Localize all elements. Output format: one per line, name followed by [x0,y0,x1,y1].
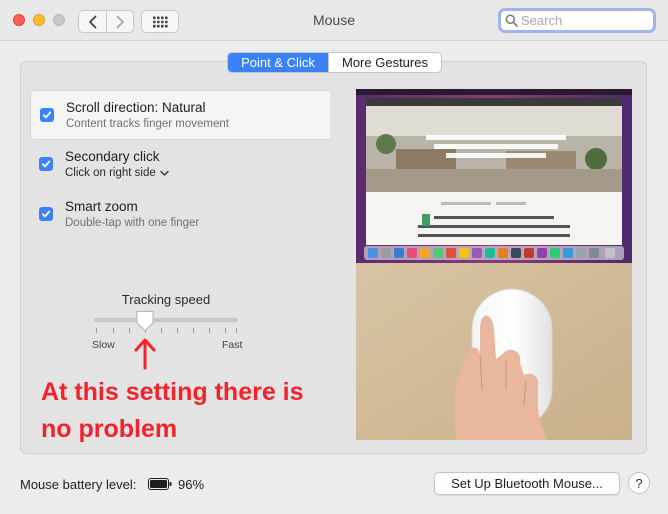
option-scroll-direction[interactable]: Scroll direction: Natural Content tracks… [30,90,330,140]
slider-tick [209,328,210,333]
slider-tick [113,328,114,333]
tab-control: Point & Click More Gestures [227,52,442,73]
checkmark-icon [42,111,52,119]
slider-tick [96,328,97,333]
search-icon [505,14,518,27]
secondary-click-title: Secondary click [65,149,160,164]
smart-zoom-checkbox[interactable] [39,207,53,221]
slider-tick [161,328,162,333]
slider-knob[interactable] [135,310,155,332]
secondary-click-popup[interactable]: Click on right side [65,167,169,179]
setup-bluetooth-mouse-button[interactable]: Set Up Bluetooth Mouse... [434,472,620,495]
battery-level-label: Mouse battery level: [20,477,137,492]
slider-tick [225,328,226,333]
smart-zoom-subtitle: Double-tap with one finger [65,217,200,229]
secondary-click-subtitle: Click on right side [65,167,156,179]
scroll-direction-title: Scroll direction: Natural [66,100,206,115]
secondary-click-checkbox[interactable] [39,157,53,171]
slider-tick [177,328,178,333]
search-field[interactable] [498,8,656,33]
annotation-line-2: no problem [41,415,178,443]
scroll-direction-subtitle: Content tracks finger movement [66,118,229,130]
checkmark-icon [41,160,51,168]
slider-tick [236,328,237,333]
help-button[interactable]: ? [628,472,650,494]
slider-tick [129,328,130,333]
option-secondary-click[interactable]: Secondary click Click on right side [30,140,330,190]
preview-illustration [356,89,632,440]
annotation-text: At this setting there is no problem [41,374,346,448]
battery-icon [148,478,172,490]
search-input[interactable] [518,13,638,28]
slider-tick [193,328,194,333]
smart-zoom-title: Smart zoom [65,199,138,214]
battery-percent: 96% [178,477,205,492]
gesture-preview [356,89,632,440]
tab-point-and-click[interactable]: Point & Click [228,53,328,72]
checkmark-icon [41,210,51,218]
slider-min-label: Slow [92,339,115,351]
annotation-line-1: At this setting there is [41,378,304,406]
scroll-direction-checkbox[interactable] [40,108,54,122]
chevron-down-icon [160,170,169,176]
tab-more-gestures[interactable]: More Gestures [328,53,441,72]
annotation-arrow-icon [134,338,156,370]
title-bar: Mouse [0,0,668,41]
option-smart-zoom[interactable]: Smart zoom Double-tap with one finger [30,190,330,240]
slider-max-label: Fast [222,339,243,351]
tracking-speed-label: Tracking speed [121,292,211,307]
tracking-speed-slider[interactable] [94,318,238,322]
